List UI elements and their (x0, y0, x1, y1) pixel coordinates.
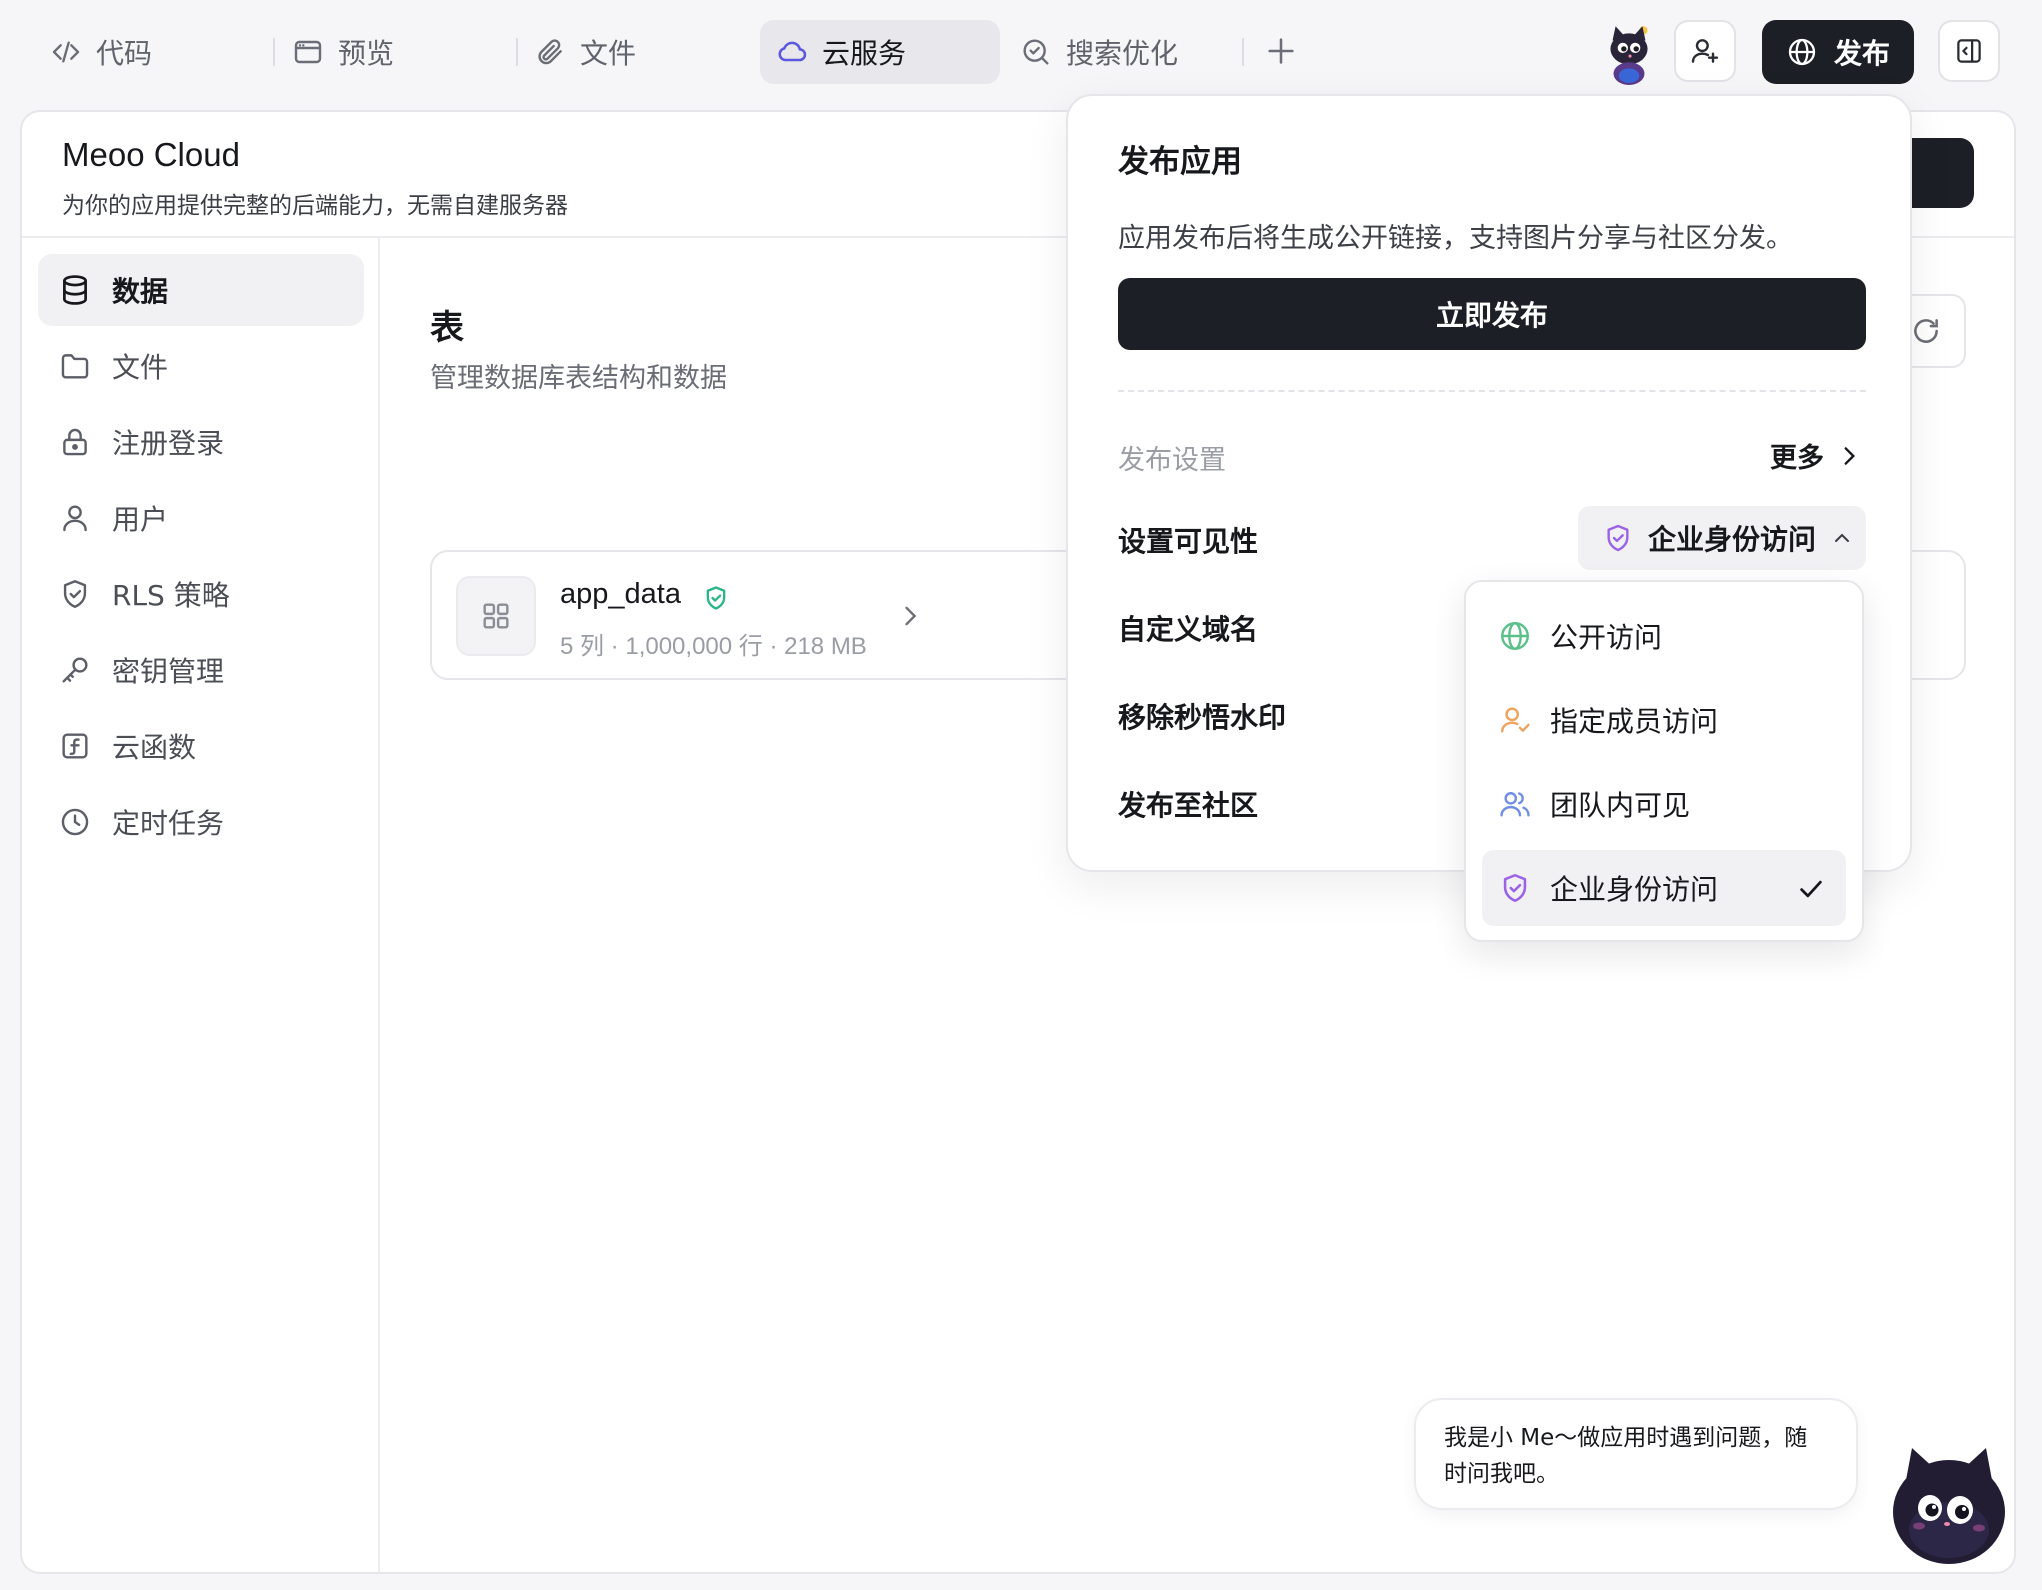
key-icon (62, 657, 88, 683)
table-name: app_data (560, 578, 681, 610)
popover-title: 发布应用 (1118, 144, 1242, 180)
publish-button[interactable]: 发布 (1762, 20, 1914, 84)
user-check-icon (1501, 707, 1530, 733)
sidebar-item-label: RLS 策略 (112, 579, 230, 612)
tab-files[interactable]: 文件 (506, 20, 746, 84)
sidebar-toggle-icon (1957, 39, 1981, 63)
sidebar-item-files[interactable]: 文件 (38, 330, 364, 402)
sidebar-item-label: 注册登录 (112, 427, 225, 460)
clock-icon (61, 808, 89, 836)
chevron-up-icon (1835, 533, 1850, 542)
mascot-avatar[interactable] (1596, 20, 1662, 86)
paperclip-icon (538, 39, 562, 65)
table-meta: 5 列 · 1,000,000 行 · 218 MB (560, 633, 867, 660)
popover-description: 应用发布后将生成公开链接，支持图片分享与社区分发。 (1118, 223, 1793, 254)
tab-divider (1242, 38, 1244, 66)
user-plus-icon (1691, 39, 1719, 63)
sidebar-item-users[interactable]: 用户 (38, 482, 364, 554)
toggle-panel-button[interactable] (1938, 20, 2000, 82)
tab-preview[interactable]: 预览 (264, 20, 504, 84)
visibility-dropdown: 公开访问 指定成员访问 团队内可见 企业身份访问 (1464, 580, 1864, 942)
users-icon (1500, 792, 1530, 817)
publish-label: 发布 (1833, 37, 1890, 70)
app-title: Meoo Cloud (62, 136, 240, 173)
option-label: 企业身份访问 (1550, 873, 1719, 906)
sidebar-item-label: 用户 (112, 503, 169, 536)
settings-section-label: 发布设置 (1118, 445, 1226, 476)
publish-community-label[interactable]: 发布至社区 (1118, 784, 1258, 824)
page-subtitle: 管理数据库表结构和数据 (430, 363, 727, 394)
assistant-chat-bubble[interactable]: 我是小 Me～做应用时遇到问题，随时问我吧。 (1414, 1398, 1858, 1510)
invite-user-button[interactable] (1674, 20, 1736, 82)
sidebar-item-label: 文件 (112, 351, 169, 384)
shield-check-icon (63, 580, 87, 608)
verified-shield-icon (706, 586, 726, 610)
tab-label: 代码 (96, 37, 153, 70)
app-subtitle: 为你的应用提供完整的后端能力，无需自建服务器 (62, 193, 568, 219)
tab-label: 搜索优化 (1066, 37, 1179, 70)
tab-label: 预览 (338, 37, 395, 70)
sidebar-item-cron[interactable]: 定时任务 (38, 786, 364, 858)
publish-now-button[interactable]: 立即发布 (1118, 278, 1866, 350)
option-team[interactable]: 团队内可见 (1482, 766, 1846, 842)
sidebar-item-rls[interactable]: RLS 策略 (38, 558, 364, 630)
shield-check-icon (1503, 873, 1527, 903)
code-icon (52, 41, 80, 63)
chevron-right-icon (1844, 446, 1856, 465)
custom-domain-label[interactable]: 自定义域名 (1118, 608, 1258, 648)
tab-label: 文件 (580, 37, 637, 70)
sidebar-item-functions[interactable]: 云函数 (38, 710, 364, 782)
globe-icon (1788, 38, 1816, 66)
remove-watermark-label[interactable]: 移除秒悟水印 (1118, 696, 1286, 736)
option-enterprise-identity[interactable]: 企业身份访问 (1482, 850, 1846, 926)
divider (1118, 390, 1866, 392)
sidebar-item-label: 云函数 (112, 731, 197, 764)
user-icon (63, 505, 87, 532)
browser-window-icon (294, 40, 322, 64)
shield-check-icon (1607, 524, 1629, 552)
folder-icon (61, 354, 89, 379)
function-icon (62, 733, 88, 759)
tab-seo[interactable]: 搜索优化 (1004, 20, 1244, 84)
globe-icon (1501, 622, 1529, 650)
sidebar-item-label: 定时任务 (112, 807, 225, 840)
visibility-select[interactable]: 企业身份访问 (1578, 506, 1866, 570)
top-bar: 代码 预览 文件 云服务 搜索优化 发布 (0, 0, 2042, 104)
visibility-value: 企业身份访问 (1648, 523, 1817, 556)
sidebar-item-label: 数据 (112, 275, 169, 308)
option-label: 指定成员访问 (1550, 705, 1719, 738)
assistant-mascot[interactable] (1884, 1440, 2014, 1570)
sidebar-item-keys[interactable]: 密钥管理 (38, 634, 364, 706)
option-public[interactable]: 公开访问 (1482, 598, 1846, 674)
chevron-right-icon (905, 606, 917, 626)
option-label: 公开访问 (1550, 621, 1663, 654)
sidebar-item-data[interactable]: 数据 (38, 254, 364, 326)
page-title: 表 (430, 308, 464, 348)
lock-icon (63, 428, 87, 456)
cloud-icon (778, 41, 807, 62)
tab-cloud-services[interactable]: 云服务 (760, 20, 1000, 84)
more-label: 更多 (1770, 443, 1824, 474)
visibility-label: 设置可见性 (1118, 525, 1259, 558)
sidebar-item-label: 密钥管理 (112, 655, 225, 688)
search-check-icon (1023, 39, 1049, 65)
database-icon (63, 275, 87, 305)
tab-label: 云服务 (822, 37, 907, 70)
check-icon (1800, 880, 1822, 898)
plus-icon[interactable] (1264, 34, 1298, 68)
refresh-icon (1914, 319, 1938, 343)
tab-code[interactable]: 代码 (22, 20, 262, 84)
sidebar-item-auth[interactable]: 注册登录 (38, 406, 364, 478)
option-label: 团队内可见 (1550, 789, 1691, 822)
option-specified-members[interactable]: 指定成员访问 (1482, 682, 1846, 758)
more-settings-link[interactable]: 更多 (1770, 436, 1862, 475)
grid-icon (456, 576, 536, 656)
sidebar: 数据 文件 注册登录 用户 RLS 策略 密钥管理 云函数 定时任务 (22, 238, 380, 1572)
